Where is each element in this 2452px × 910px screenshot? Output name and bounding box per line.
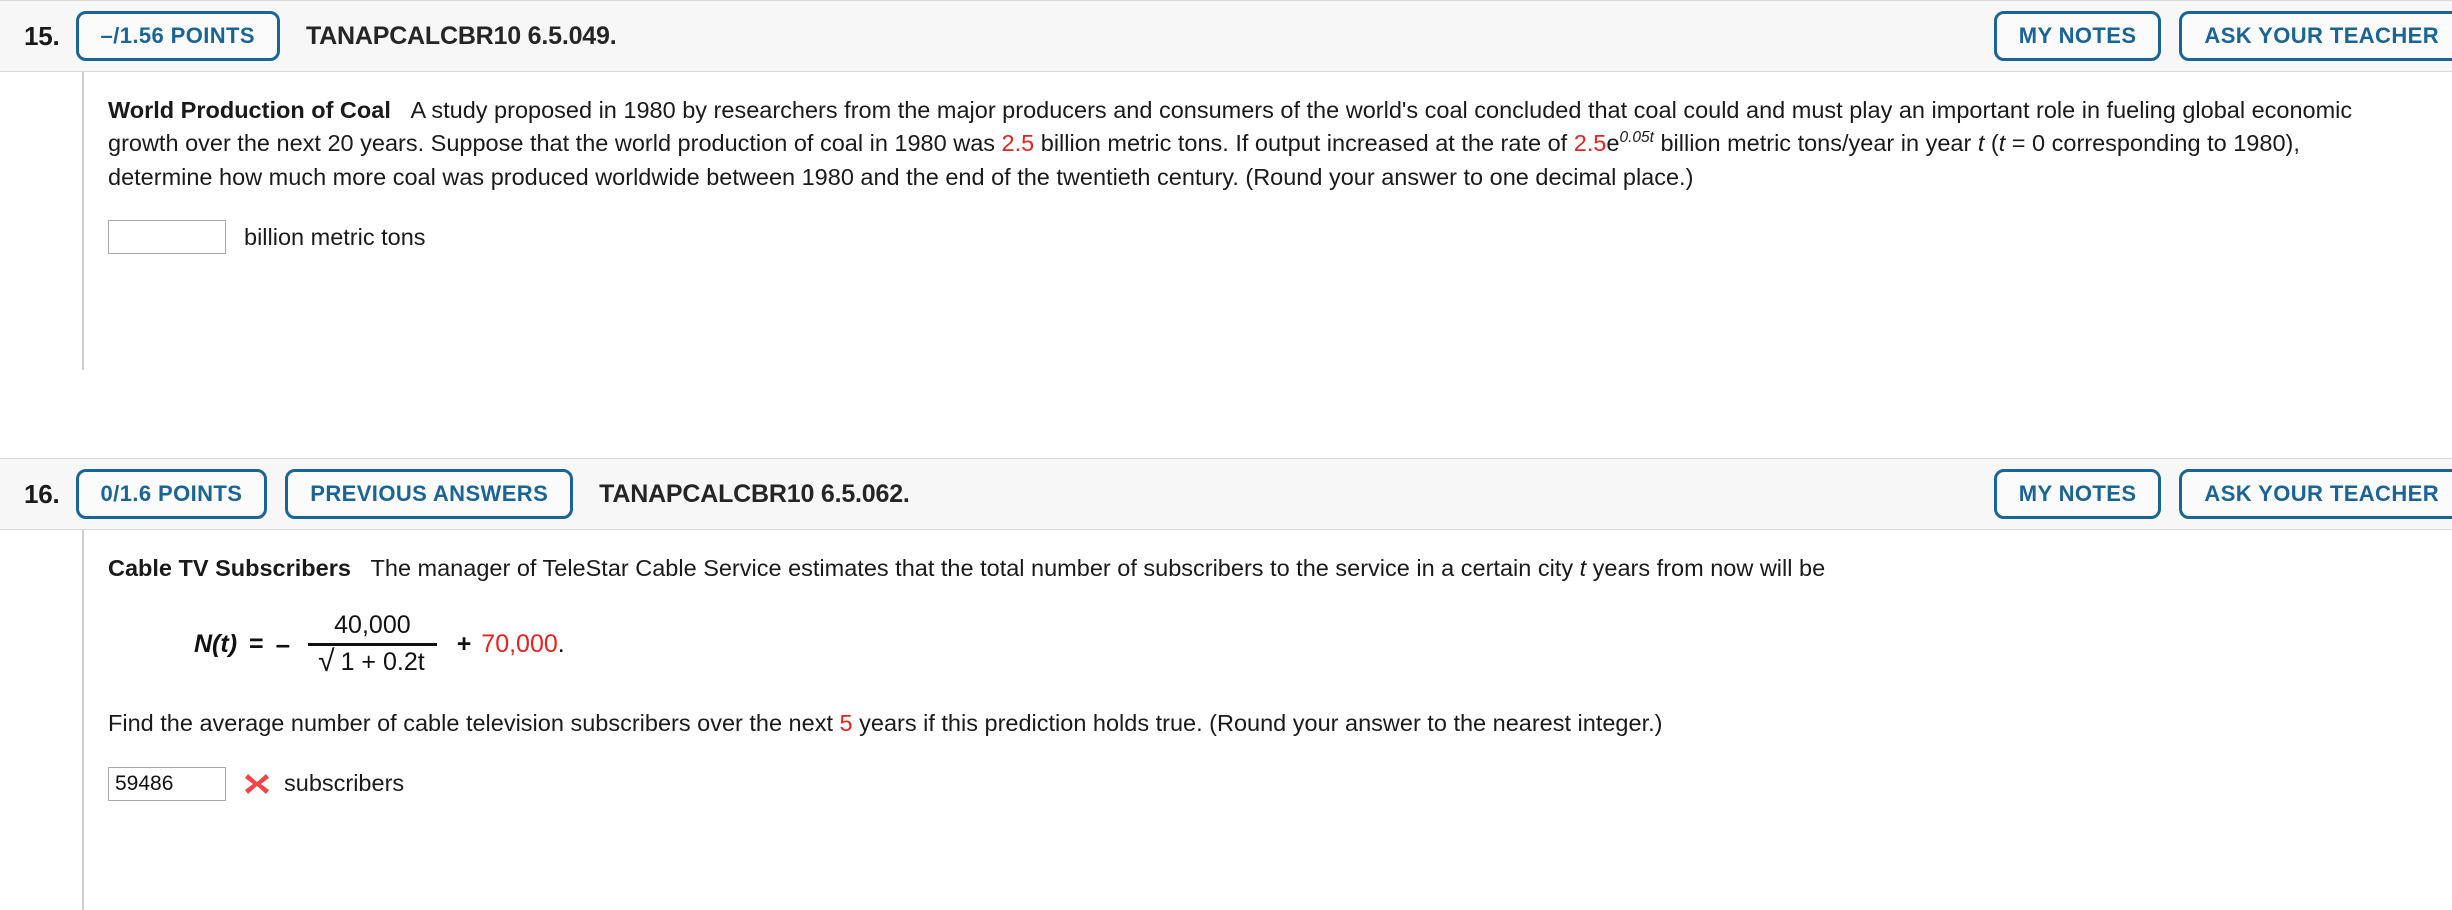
formula-lhs: N(t) bbox=[194, 629, 238, 658]
formula-equals: = bbox=[249, 629, 264, 658]
radical-sign: √ bbox=[318, 645, 335, 679]
question-16-topic: Cable TV Subscribers bbox=[108, 555, 351, 581]
question-16-answer-row: subscribers bbox=[108, 766, 2452, 801]
formula-minus-sign: – bbox=[275, 628, 291, 659]
question-15-ask-your-teacher-button[interactable]: ASK YOUR TEACHER bbox=[2179, 11, 2452, 61]
formula-plus-sign: + bbox=[456, 629, 472, 658]
square-root-icon: √ bbox=[318, 645, 336, 679]
question-16-text-1: The manager of TeleStar Cable Service es… bbox=[370, 555, 1580, 581]
formula-fraction: 40,000 √ 1 + 0.2t bbox=[308, 611, 437, 677]
question-16-header: 16. 0/1.6 POINTS PREVIOUS ANSWERS TANAPC… bbox=[0, 458, 2452, 530]
incorrect-x-icon bbox=[240, 769, 274, 799]
question-16-ask-your-teacher-button[interactable]: ASK YOUR TEACHER bbox=[2179, 469, 2452, 519]
question-16-number: 16. bbox=[24, 478, 60, 509]
question-16-prompt: Cable TV Subscribers The manager of Tele… bbox=[108, 552, 2408, 585]
question-15-prompt: World Production of Coal A study propose… bbox=[108, 94, 2408, 194]
question-16-text-4: years if this prediction holds true. (Ro… bbox=[852, 710, 1663, 737]
question-15-points-badge: –/1.56 POINTS bbox=[75, 11, 280, 61]
question-15-answer-unit: billion metric tons bbox=[244, 223, 426, 250]
question-16-body: Cable TV Subscribers The manager of Tele… bbox=[82, 530, 2452, 910]
question-15-topic: World Production of Coal bbox=[108, 97, 391, 123]
question-15-actions: MY NOTES ASK YOUR TEACHER bbox=[1993, 11, 2452, 61]
question-15-my-notes-button[interactable]: MY NOTES bbox=[1993, 11, 2162, 61]
question-16-formula: N(t) = – 40,000 √ 1 + 0.2t + 70,000 . bbox=[194, 611, 2452, 677]
question-16-points-badge: 0/1.6 POINTS bbox=[75, 469, 268, 519]
question-15: 15. –/1.56 POINTS TANAPCALCBR10 6.5.049.… bbox=[0, 0, 2452, 370]
question-16-answer-unit: subscribers bbox=[284, 770, 405, 797]
question-15-value-2: 2.5 bbox=[1573, 130, 1607, 157]
question-15-number: 15. bbox=[24, 20, 60, 51]
question-16-previous-answers-button[interactable]: PREVIOUS ANSWERS bbox=[285, 469, 574, 519]
formula-radicand: 1 + 0.2t bbox=[340, 648, 425, 677]
question-16-answer-input[interactable] bbox=[108, 766, 226, 801]
formula-period: . bbox=[557, 629, 565, 658]
question-16-my-notes-button[interactable]: MY NOTES bbox=[1993, 469, 2162, 519]
question-15-exponential-exponent: 0.05t bbox=[1619, 129, 1654, 147]
question-15-exponential-base: e bbox=[1606, 130, 1620, 157]
question-16-code: TANAPCALCBR10 6.5.062. bbox=[599, 479, 910, 508]
question-16-text-3: Find the average number of cable televis… bbox=[108, 710, 840, 737]
assignment-page: 15. –/1.56 POINTS TANAPCALCBR10 6.5.049.… bbox=[0, 0, 2452, 910]
question-16-text-2: years from now will be bbox=[1586, 555, 1826, 581]
question-15-answer-input[interactable] bbox=[108, 220, 226, 255]
question-16-followup: Find the average number of cable televis… bbox=[108, 707, 2408, 740]
question-15-answer-row: billion metric tons bbox=[108, 220, 2452, 255]
question-15-text-3: billion metric tons/year in year bbox=[1653, 130, 1978, 157]
question-16: 16. 0/1.6 POINTS PREVIOUS ANSWERS TANAPC… bbox=[0, 458, 2452, 910]
formula-numerator: 40,000 bbox=[334, 611, 411, 640]
question-15-text-2: billion metric tons. If output increased… bbox=[1034, 130, 1574, 157]
question-16-value-years: 5 bbox=[839, 710, 853, 737]
question-15-code: TANAPCALCBR10 6.5.049. bbox=[305, 21, 617, 50]
question-16-actions: MY NOTES ASK YOUR TEACHER bbox=[1993, 469, 2452, 519]
question-15-value-1: 2.5 bbox=[1001, 130, 1035, 157]
question-15-body: World Production of Coal A study propose… bbox=[82, 72, 2452, 370]
formula-constant: 70,000 bbox=[481, 629, 558, 658]
formula-denominator: √ 1 + 0.2t bbox=[308, 646, 437, 677]
question-15-header: 15. –/1.56 POINTS TANAPCALCBR10 6.5.049.… bbox=[0, 0, 2452, 72]
question-15-text-4: ( bbox=[1984, 130, 1999, 157]
